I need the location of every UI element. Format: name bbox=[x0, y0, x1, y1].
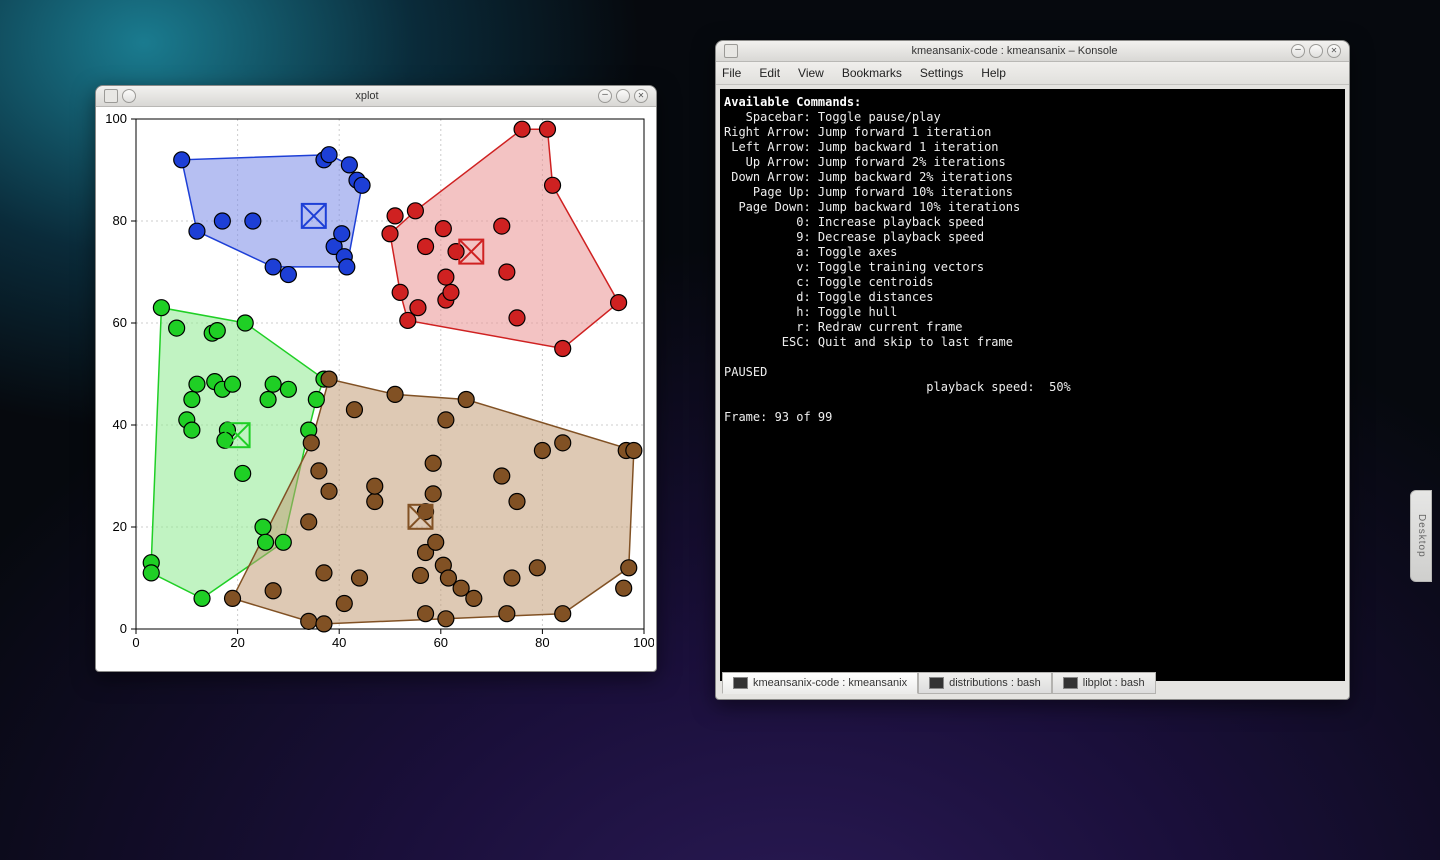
konsole-menubar: File Edit View Bookmarks Settings Help bbox=[716, 62, 1349, 85]
svg-text:40: 40 bbox=[113, 417, 127, 432]
app-menu-icon[interactable] bbox=[104, 89, 118, 103]
svg-text:60: 60 bbox=[113, 315, 127, 330]
xplot-title: xplot bbox=[138, 90, 596, 102]
svg-text:100: 100 bbox=[633, 635, 654, 650]
svg-text:80: 80 bbox=[535, 635, 549, 650]
close-icon[interactable] bbox=[1327, 44, 1341, 58]
desktop-switcher[interactable]: Desktop bbox=[1410, 490, 1432, 582]
konsole-window[interactable]: kmeansanix-code : kmeansanix – Konsole F… bbox=[715, 40, 1350, 700]
svg-text:20: 20 bbox=[113, 519, 127, 534]
konsole-tabs: kmeansanix-code : kmeansanixdistribution… bbox=[722, 672, 1156, 694]
xplot-titlebar[interactable]: xplot bbox=[96, 86, 656, 107]
maximize-icon[interactable] bbox=[1309, 44, 1323, 58]
menu-settings[interactable]: Settings bbox=[920, 66, 963, 80]
menu-help[interactable]: Help bbox=[981, 66, 1006, 80]
menu-bookmarks[interactable]: Bookmarks bbox=[842, 66, 902, 80]
svg-text:20: 20 bbox=[230, 635, 244, 650]
svg-text:100: 100 bbox=[105, 111, 127, 126]
menu-view[interactable]: View bbox=[798, 66, 824, 80]
app-menu-icon[interactable] bbox=[724, 44, 738, 58]
terminal-icon bbox=[1063, 677, 1078, 689]
terminal-output[interactable]: Available Commands: Spacebar: Toggle pau… bbox=[720, 89, 1345, 681]
minimize-icon[interactable] bbox=[598, 89, 612, 103]
minimize-icon[interactable] bbox=[1291, 44, 1305, 58]
xplot-window[interactable]: xplot 0 20 40 60 80 100 0 20 40 60 80 100 bbox=[95, 85, 657, 672]
konsole-title: kmeansanix-code : kmeansanix – Konsole bbox=[740, 45, 1289, 57]
pin-icon[interactable] bbox=[122, 89, 136, 103]
maximize-icon[interactable] bbox=[616, 89, 630, 103]
konsole-tab[interactable]: distributions : bash bbox=[918, 672, 1052, 694]
close-icon[interactable] bbox=[634, 89, 648, 103]
svg-text:80: 80 bbox=[113, 213, 127, 228]
scatter-plot: 0 20 40 60 80 100 0 20 40 60 80 100 bbox=[96, 107, 654, 669]
konsole-tab[interactable]: libplot : bash bbox=[1052, 672, 1156, 694]
svg-text:40: 40 bbox=[332, 635, 346, 650]
terminal-icon bbox=[733, 677, 748, 689]
terminal-icon bbox=[929, 677, 944, 689]
konsole-tab[interactable]: kmeansanix-code : kmeansanix bbox=[722, 672, 918, 694]
svg-text:0: 0 bbox=[120, 621, 127, 636]
menu-file[interactable]: File bbox=[722, 66, 741, 80]
svg-text:60: 60 bbox=[434, 635, 448, 650]
svg-text:0: 0 bbox=[132, 635, 139, 650]
konsole-titlebar[interactable]: kmeansanix-code : kmeansanix – Konsole bbox=[716, 41, 1349, 62]
menu-edit[interactable]: Edit bbox=[759, 66, 780, 80]
